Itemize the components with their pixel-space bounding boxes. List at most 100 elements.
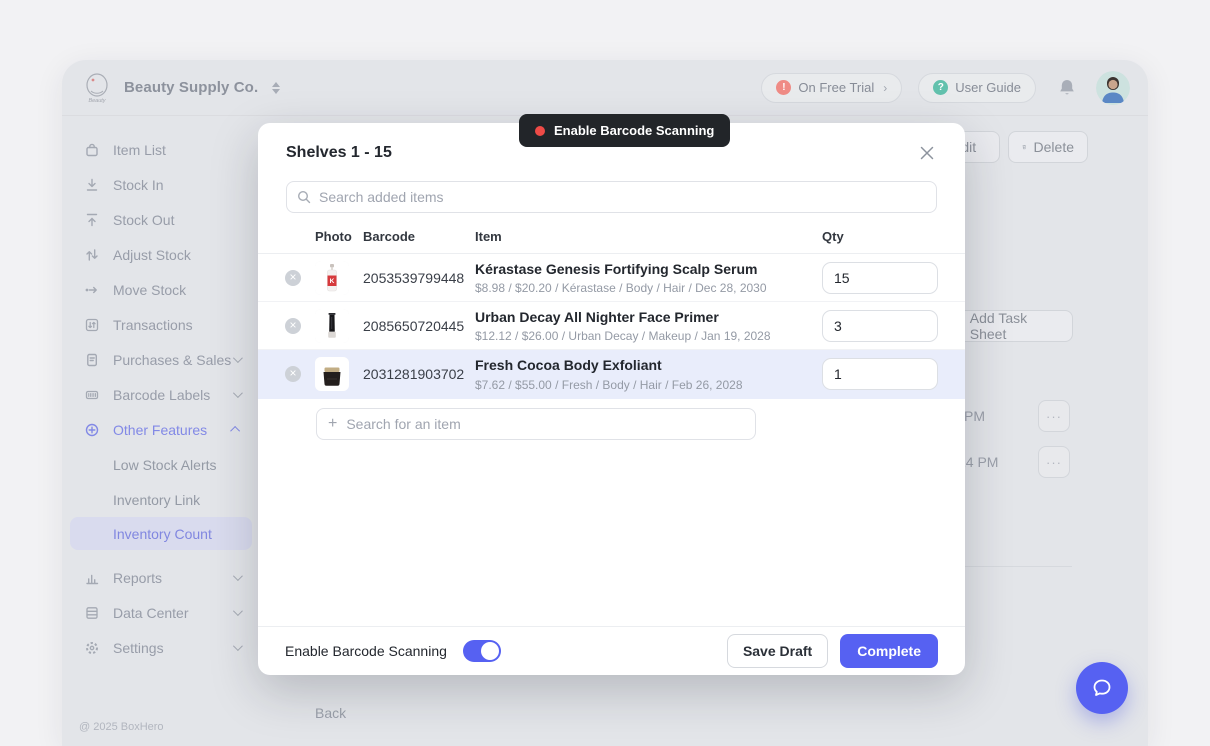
sidebar-item-transactions[interactable]: Transactions [62,307,258,342]
remove-item-icon[interactable]: × [285,318,301,334]
user-avatar[interactable] [1096,71,1130,105]
user-guide-button[interactable]: ? User Guide [918,73,1036,103]
sidebar-item-label: Reports [113,570,233,586]
company-name[interactable]: Beauty Supply Co. [124,79,258,96]
tooltip-text: Enable Barcode Scanning [554,123,714,138]
add-item-search-field[interactable]: + [316,408,756,440]
ellipsis-icon: ··· [1046,455,1062,470]
recording-dot-icon [535,126,545,136]
item-name: Fresh Cocoa Body Exfoliant [475,356,822,374]
item-photo: K [315,261,349,295]
sidebar-item-data-center[interactable]: Data Center [62,595,258,630]
qty-input[interactable] [822,262,938,294]
trial-badge-icon: ! [776,80,791,95]
free-trial-button[interactable]: ! On Free Trial › [761,73,902,103]
sidebar-item-settings[interactable]: Settings [62,630,258,665]
sidebar-item-stock-out[interactable]: Stock Out [62,202,258,237]
notifications-bell-icon[interactable] [1056,77,1078,99]
sidebar-item-label: Adjust Stock [113,247,240,263]
page: Beauty Beauty Supply Co. ! On Free Trial… [0,0,1210,746]
sidebar-item-label: Barcode Labels [113,387,233,403]
item-info: Urban Decay All Nighter Face Primer $12.… [475,308,822,343]
question-badge-icon: ? [933,80,948,95]
sidebar-item-item-list[interactable]: Item List [62,132,258,167]
sidebar-item-inventory-link[interactable]: Inventory Link [62,482,258,517]
search-added-items-field[interactable] [286,181,937,213]
chevron-down-icon [233,571,243,581]
sidebar-item-label: Item List [113,142,240,158]
item-name: Urban Decay All Nighter Face Primer [475,308,822,326]
item-name: Kérastase Genesis Fortifying Scalp Serum [475,260,822,278]
column-qty: Qty [822,229,938,244]
shelves-modal: Shelves 1 - 15 Photo Barcode Item Qty × [258,123,965,675]
bar-chart-icon [84,570,100,586]
company-switcher-icon[interactable] [272,82,280,94]
remove-item-icon[interactable]: × [285,270,301,286]
sidebar-item-stock-in[interactable]: Stock In [62,167,258,202]
sidebar-item-adjust-stock[interactable]: Adjust Stock [62,237,258,272]
qty-input[interactable] [822,310,938,342]
arrows-up-down-icon [84,247,100,263]
company-logo-icon: Beauty [80,71,114,105]
save-draft-button[interactable]: Save Draft [727,634,828,668]
sidebar-item-label: Purchases & Sales [113,352,233,368]
sidebar-item-label: Low Stock Alerts [113,457,217,473]
sidebar-item-label: Stock Out [113,212,240,228]
sidebar-item-low-stock-alerts[interactable]: Low Stock Alerts [62,447,258,482]
sidebar-item-label: Move Stock [113,282,240,298]
more-options-button[interactable]: ··· [1038,400,1070,432]
chat-support-button[interactable] [1076,662,1128,714]
add-item-search-input[interactable] [346,416,744,432]
column-item: Item [475,229,822,244]
table-row: × K 2053539799448 Kérastase Genesis Fort… [258,254,965,302]
sidebar-item-label: Data Center [113,605,233,621]
search-added-items-input[interactable] [319,189,926,205]
item-info: Fresh Cocoa Body Exfoliant $7.62 / $55.0… [475,356,822,391]
item-photo [315,309,349,343]
free-trial-label: On Free Trial [798,80,874,95]
modal-title: Shelves 1 - 15 [286,144,392,162]
close-icon[interactable] [917,143,937,163]
more-options-button[interactable]: ··· [1038,446,1070,478]
trash-icon [1022,140,1027,154]
sidebar-item-other-features[interactable]: Other Features [62,412,258,447]
search-icon [297,190,311,204]
transactions-icon [84,317,100,333]
sidebar-item-purchases-sales[interactable]: Purchases & Sales [62,342,258,377]
item-details: $7.62 / $55.00 / Fresh / Body / Hair / F… [475,378,822,392]
sidebar: Item List Stock In Stock Out Adjust Stoc… [62,116,258,746]
ellipsis-icon: ··· [1046,409,1062,424]
item-details: $8.98 / $20.20 / Kérastase / Body / Hair… [475,281,822,295]
document-icon [84,352,100,368]
svg-text:K: K [330,278,335,285]
item-barcode: 2085650720445 [363,318,475,334]
sidebar-item-move-stock[interactable]: Move Stock [62,272,258,307]
sidebar-item-barcode-labels[interactable]: Barcode Labels [62,377,258,412]
plus-circle-icon [84,422,100,438]
sidebar-item-label: Stock In [113,177,240,193]
table-row: × 2085650720445 Urban Decay All Nighter … [258,302,965,350]
plus-icon: + [328,416,337,432]
qty-input[interactable] [822,358,938,390]
back-button[interactable]: Back [315,705,346,721]
sidebar-item-reports[interactable]: Reports [62,560,258,595]
svg-text:Beauty: Beauty [88,98,106,104]
sidebar-item-label: Settings [113,640,233,656]
barcode-scanning-toggle[interactable] [463,640,501,662]
sidebar-item-label: Other Features [113,422,233,438]
sidebar-item-inventory-count[interactable]: Inventory Count [70,517,252,550]
chevron-down-icon [233,353,243,363]
add-task-sheet-label: Add Task Sheet [970,310,1059,342]
item-barcode: 2031281903702 [363,366,475,382]
remove-item-icon[interactable]: × [285,366,301,382]
arrow-down-to-line-icon [84,177,100,193]
delete-button[interactable]: Delete [1008,131,1088,163]
sidebar-item-label: Inventory Count [113,526,212,542]
barcode-icon [84,387,100,403]
database-icon [84,605,100,621]
app-header: Beauty Beauty Supply Co. ! On Free Trial… [62,60,1148,116]
barcode-scanning-toggle-label: Enable Barcode Scanning [285,643,447,659]
copyright-text: @ 2025 BoxHero [79,721,164,733]
complete-button[interactable]: Complete [840,634,938,668]
delete-label: Delete [1034,139,1074,155]
